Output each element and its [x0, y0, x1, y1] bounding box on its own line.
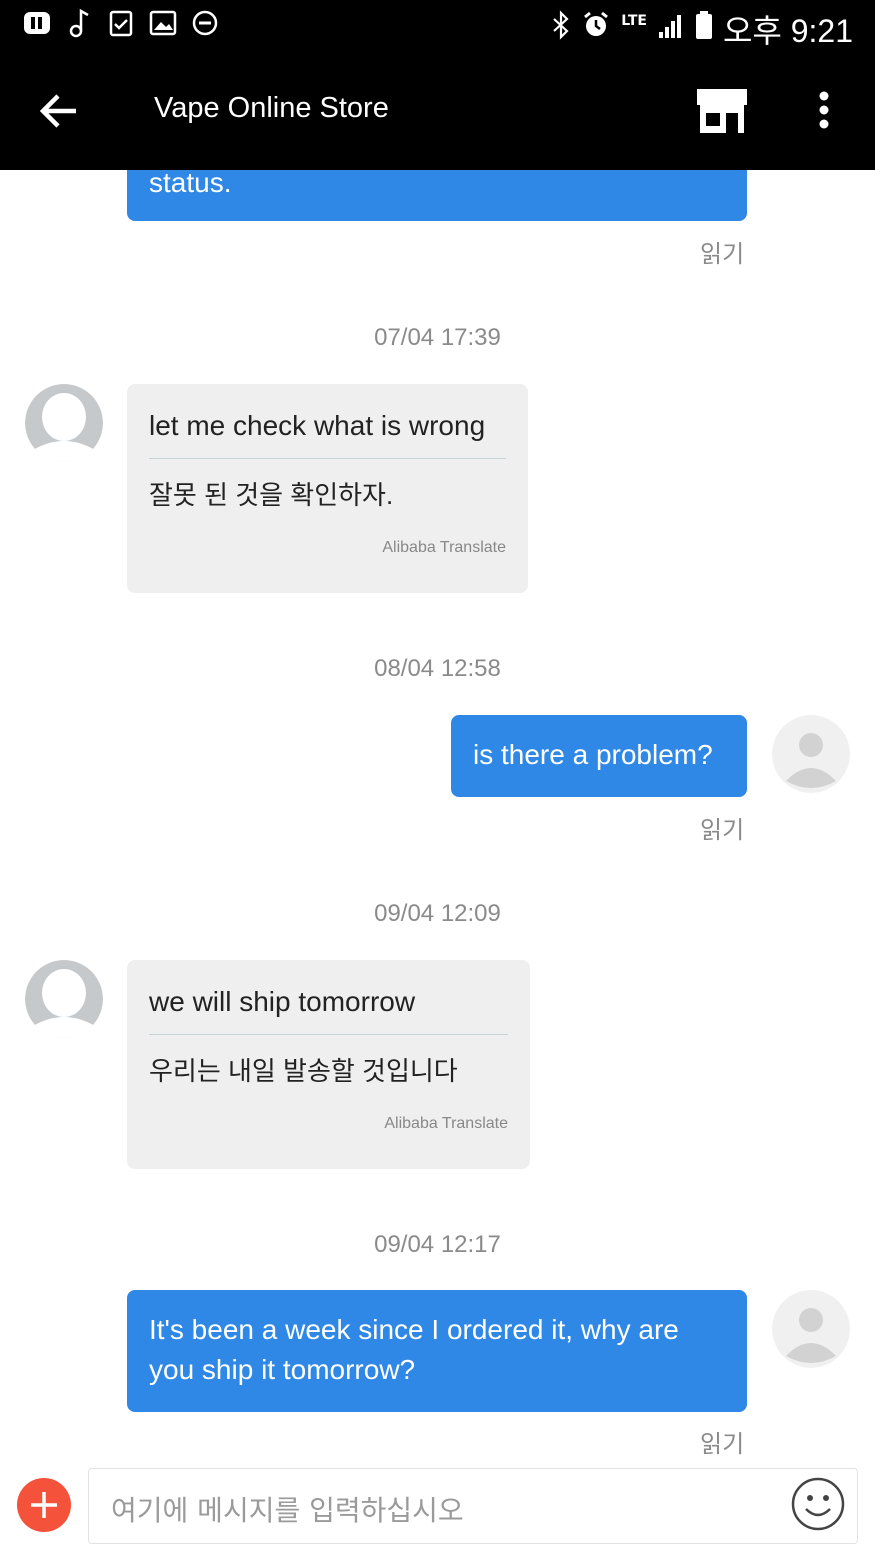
user-placeholder-icon [772, 715, 850, 793]
arrow-left-icon [39, 94, 76, 128]
incoming-message[interactable]: let me check what is wrong 잘못 된 것을 확인하자.… [127, 384, 528, 593]
my-avatar[interactable] [772, 1290, 850, 1368]
add-attachment-button[interactable] [17, 1478, 71, 1532]
message-input-bar: 여기에 메시지를 입력하십시오 [0, 1460, 875, 1556]
incoming-message[interactable]: we will ship tomorrow 우리는 내일 발송할 것입니다 Al… [127, 960, 530, 1169]
status-bar: LTE 오후 9:21 [0, 0, 875, 52]
chat-messages[interactable]: status. 읽기 07/04 17:39 let me check what… [0, 170, 875, 1460]
outgoing-message[interactable]: status. [127, 170, 747, 221]
message-translation: 잘못 된 것을 확인하자. [149, 480, 394, 510]
bluetooth-icon [551, 10, 571, 48]
translation-source: Alibaba Translate [382, 539, 506, 556]
store-button[interactable] [695, 86, 749, 136]
read-receipt: 읽기 [700, 816, 745, 844]
smiley-icon [791, 1477, 845, 1531]
seller-avatar[interactable] [25, 960, 103, 1038]
message-text: status. [149, 170, 232, 198]
message-original-text: we will ship tomorrow [149, 984, 508, 1035]
music-note-icon [64, 8, 94, 38]
outgoing-message[interactable]: It's been a week since I ordered it, why… [127, 1290, 747, 1412]
message-text-line-2: you ship it tomorrow? [149, 1354, 416, 1385]
back-button[interactable] [36, 88, 86, 134]
message-translation: 우리는 내일 발송할 것입니다 [149, 1056, 458, 1086]
translation-source: Alibaba Translate [384, 1115, 508, 1132]
more-vert-icon [819, 91, 829, 129]
message-text-line-1: It's been a week since I ordered it, why… [149, 1314, 679, 1345]
system-status: LTE 오후 9:21 [551, 6, 853, 52]
user-placeholder-icon [772, 1290, 850, 1368]
alarm-icon [581, 10, 611, 48]
message-timestamp: 09/04 12:17 [374, 1231, 501, 1258]
read-receipt: 읽기 [700, 240, 745, 268]
signal-icon [657, 10, 685, 48]
page-title: Vape Online Store [154, 92, 389, 124]
outgoing-message[interactable]: is there a problem? [451, 715, 747, 797]
message-text: is there a problem? [473, 739, 713, 770]
clipboard-check-icon [106, 8, 136, 38]
status-time: 오후 9:21 [722, 13, 853, 49]
app-bar: Vape Online Store [0, 52, 875, 170]
more-options-button[interactable] [808, 88, 840, 134]
user-placeholder-icon [25, 960, 103, 1038]
message-input[interactable]: 여기에 메시지를 입력하십시오 [88, 1468, 858, 1544]
read-receipt: 읽기 [700, 1430, 745, 1458]
message-original-text: let me check what is wrong [149, 408, 506, 459]
network-type-label: LTE [621, 13, 647, 29]
my-avatar[interactable] [772, 715, 850, 793]
do-not-disturb-icon [190, 8, 220, 38]
message-timestamp: 09/04 12:09 [374, 900, 501, 927]
message-timestamp: 08/04 12:58 [374, 655, 501, 682]
message-input-placeholder: 여기에 메시지를 입력하십시오 [111, 1494, 464, 1527]
battery-icon [695, 10, 713, 48]
store-icon [697, 89, 747, 133]
emoji-button[interactable] [790, 1476, 846, 1532]
image-icon [148, 8, 178, 38]
user-placeholder-icon [25, 384, 103, 462]
message-timestamp: 07/04 17:39 [374, 324, 501, 351]
seller-avatar[interactable] [25, 384, 103, 462]
app-notification-icon [22, 8, 52, 38]
notification-icons [22, 8, 220, 38]
plus-icon [31, 1492, 57, 1518]
